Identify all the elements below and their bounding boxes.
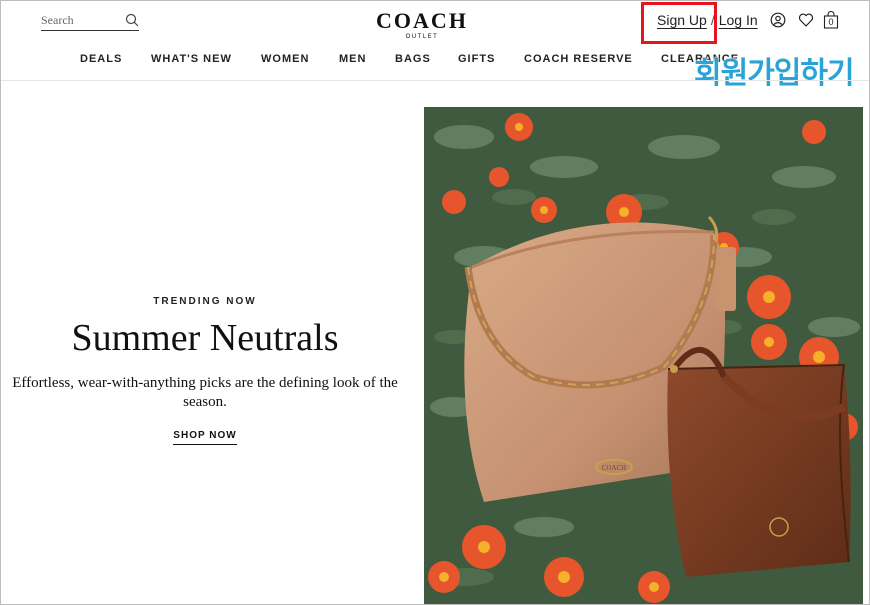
nav-item-gifts[interactable]: GIFTS (458, 53, 495, 65)
shop-now-link[interactable]: SHOP NOW (173, 430, 237, 445)
search-icon[interactable] (125, 13, 139, 27)
hero-eyebrow: TRENDING NOW (153, 296, 257, 307)
search-field[interactable]: Search (41, 10, 139, 31)
hero-illustration: COACH (424, 107, 863, 604)
brand-logo[interactable]: COACH OUTLET (350, 9, 494, 41)
hero-headline: Summer Neutrals (71, 317, 339, 359)
nav-item-women[interactable]: WOMEN (261, 53, 309, 65)
header-divider (1, 80, 869, 81)
nav-item-whats-new[interactable]: WHAT'S NEW (151, 53, 232, 65)
login-link[interactable]: Log In (719, 12, 758, 28)
annotation-label: 회원가입하기 (694, 56, 855, 91)
nav-item-deals[interactable]: DEALS (80, 53, 122, 65)
search-input[interactable]: Search (41, 13, 74, 28)
hero-image[interactable]: COACH (424, 107, 863, 604)
bag-count: 0 (828, 17, 834, 27)
nav-item-bags[interactable]: BAGS (395, 53, 431, 65)
logo-subtitle: OUTLET (405, 34, 439, 40)
highlight-box (641, 2, 717, 44)
heart-icon[interactable] (798, 12, 814, 28)
logo-title: COACH (376, 8, 468, 33)
hero-copy: TRENDING NOW Summer Neutrals Effortless,… (0, 296, 410, 445)
hero-body: Effortless, wear-with-anything picks are… (12, 375, 398, 410)
nav-item-men[interactable]: MEN (339, 53, 366, 65)
bag-logo-text: COACH (602, 464, 627, 472)
nav-item-coach-reserve[interactable]: COACH RESERVE (524, 53, 633, 65)
shopping-bag-button[interactable]: 0 (823, 11, 839, 29)
account-icon[interactable] (770, 12, 786, 28)
